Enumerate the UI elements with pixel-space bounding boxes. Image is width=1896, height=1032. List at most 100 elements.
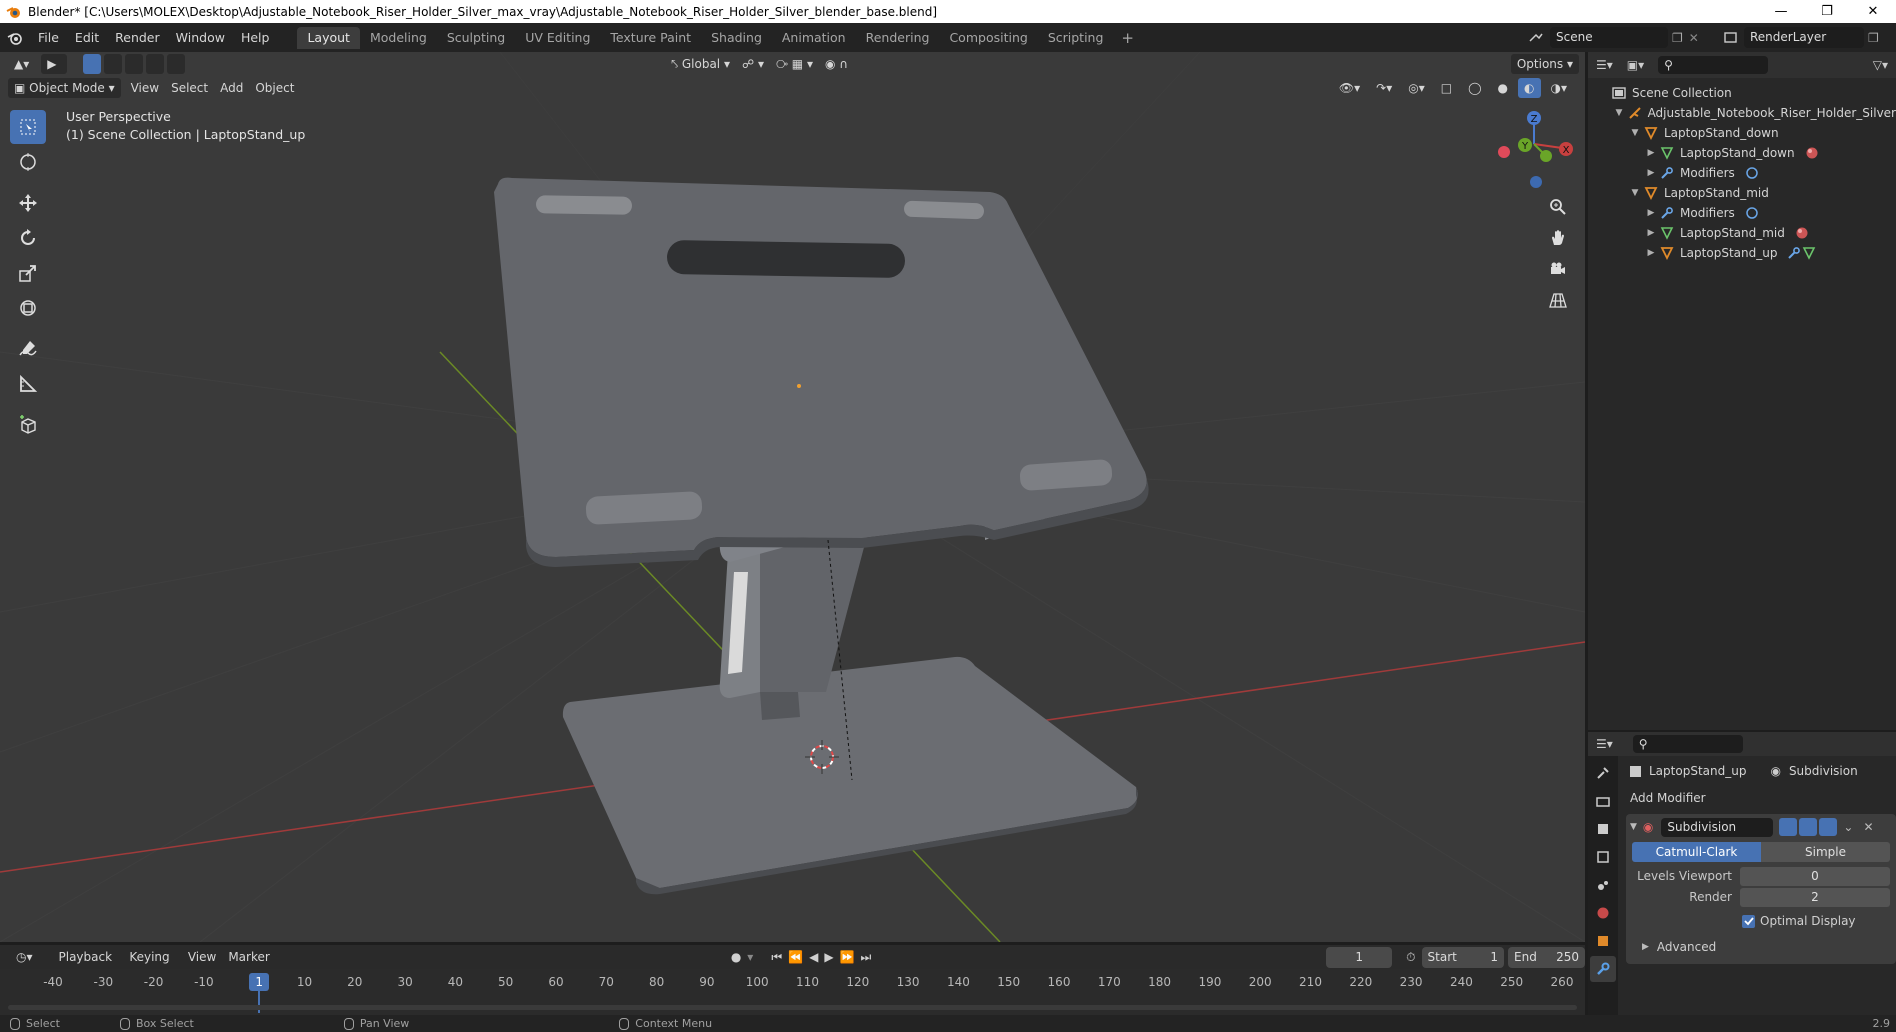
tab-uv-editing[interactable]: UV Editing (515, 27, 600, 49)
output-tab-icon[interactable] (1590, 816, 1616, 842)
tab-layout[interactable]: Layout (297, 26, 360, 49)
modifier-menu-icon[interactable]: ⌄ (1843, 820, 1853, 834)
modifier-tab-icon[interactable] (1590, 956, 1616, 982)
orientation-dropdown[interactable]: ⤣ Global ▾ (665, 54, 736, 74)
tab-texture-paint[interactable]: Texture Paint (600, 27, 701, 49)
collapse-arrow-icon[interactable]: ▼ (1612, 108, 1626, 118)
outliner-item[interactable]: ▶ LaptopStand_mid (1588, 223, 1896, 243)
editor-type-icon[interactable]: ▲▾ (8, 54, 35, 74)
outliner-item[interactable]: ▶ Modifiers (1588, 163, 1896, 183)
viewport-menu-object[interactable]: Object (249, 78, 300, 98)
menu-help[interactable]: Help (233, 23, 278, 52)
scale-tool[interactable] (10, 256, 46, 290)
collapse-arrow-icon[interactable]: ▼ (1628, 128, 1642, 138)
modifier-name-field[interactable]: Subdivision (1661, 817, 1774, 837)
3d-viewport[interactable]: Z Y X ▲▾ ▶ ⤣ Global ▾ ☍ ▾ ⧂ ▦ ▾ ◉ ∩ Opti… (0, 52, 1585, 942)
material-icon[interactable] (1795, 226, 1809, 240)
expand-arrow-icon[interactable]: ▶ (1644, 248, 1658, 258)
solid-shading-icon[interactable]: ● (1492, 78, 1514, 98)
material-icon[interactable] (1805, 146, 1819, 160)
tab-shading[interactable]: Shading (701, 27, 772, 49)
collapse-arrow-icon[interactable]: ▼ (1628, 188, 1642, 198)
menu-edit[interactable]: Edit (67, 23, 107, 52)
proportional-edit-icon[interactable]: ◉ ∩ (819, 54, 854, 74)
tab-compositing[interactable]: Compositing (939, 27, 1037, 49)
play-icon[interactable]: ▶ (824, 950, 833, 964)
tool-tab-icon[interactable] (1590, 760, 1616, 786)
start-frame-field[interactable]: Start 1 (1421, 946, 1505, 968)
end-frame-field[interactable]: End 250 (1508, 946, 1585, 968)
outliner-item[interactable]: Scene Collection (1588, 83, 1896, 103)
annotate-tool[interactable] (10, 332, 46, 366)
optimal-display-checkbox[interactable] (1742, 914, 1755, 928)
object-tab-icon[interactable] (1590, 928, 1616, 954)
outliner-search-input[interactable]: ⚲ (1658, 56, 1769, 74)
mode-dropdown[interactable]: ▣ Object Mode ▾ (8, 78, 121, 98)
select-invert-icon[interactable] (146, 54, 165, 74)
select-extend-icon[interactable] (104, 54, 123, 74)
scene-selector[interactable]: Scene ❐ ✕ (1528, 27, 1699, 48)
material-shading-icon[interactable]: ◐ (1518, 78, 1541, 98)
select-intersect-icon[interactable] (167, 54, 186, 74)
select-subtract-icon[interactable] (125, 54, 144, 74)
outliner-item[interactable]: ▶ LaptopStand_up (1588, 243, 1896, 263)
tab-scripting[interactable]: Scripting (1038, 27, 1114, 49)
viewport-menu-view[interactable]: View (125, 78, 165, 98)
outliner-editor-type-icon[interactable]: ☰▾ (1596, 58, 1613, 72)
pan-hand-icon[interactable] (1545, 225, 1571, 251)
preview-range-icon[interactable]: ⏱ (1406, 950, 1415, 965)
modifier-icon[interactable] (1745, 166, 1759, 180)
jump-end-icon[interactable]: ⏭ (861, 950, 872, 965)
select-tool-icon[interactable]: ▶ (41, 54, 68, 74)
view-layer-tab-icon[interactable] (1590, 844, 1616, 870)
pivot-icon[interactable]: ☍ ▾ (736, 54, 770, 74)
timeline-menu-view[interactable]: View (182, 947, 222, 967)
move-tool[interactable] (10, 186, 46, 220)
remove-modifier-icon[interactable]: ✕ (1863, 820, 1873, 834)
add-modifier-dropdown[interactable]: Add Modifier (1620, 786, 1896, 810)
wireframe-shading-icon[interactable]: ◯ (1462, 78, 1487, 98)
blender-menu-icon[interactable] (0, 23, 30, 52)
world-tab-icon[interactable] (1590, 900, 1616, 926)
copy-view-layer-icon[interactable]: ❐ (1868, 31, 1879, 45)
simple-option[interactable]: Simple (1761, 842, 1890, 862)
render-tab-icon[interactable] (1590, 788, 1616, 814)
viewport-menu-add[interactable]: Add (214, 78, 249, 98)
modifier-icon[interactable] (1745, 206, 1759, 220)
overlays-icon[interactable]: ◎▾ (1402, 78, 1431, 98)
restore-icon[interactable]: ❐ (1804, 0, 1850, 23)
edit-mode-toggle-icon[interactable] (1779, 818, 1798, 836)
outliner-item[interactable]: ▶ LaptopStand_down (1588, 143, 1896, 163)
gizmo-toggle-icon[interactable]: ↷▾ (1370, 78, 1398, 98)
display-mode-icon[interactable]: ▣▾ (1627, 58, 1644, 72)
keying-dropdown[interactable]: Keying ▾ (123, 947, 182, 984)
camera-view-icon[interactable] (1545, 256, 1571, 282)
filter-icon[interactable]: ▽▾ (1873, 58, 1888, 72)
jump-start-icon[interactable]: ⏮ (771, 950, 782, 965)
timeline-menu-marker[interactable]: Marker (222, 947, 275, 967)
minimize-icon[interactable]: — (1758, 0, 1804, 23)
properties-search-input[interactable]: ⚲ (1632, 735, 1743, 753)
levels-viewport-field[interactable]: 0 (1740, 866, 1890, 886)
measure-tool[interactable] (10, 367, 46, 401)
render-toggle-icon[interactable] (1819, 818, 1838, 836)
expand-arrow-icon[interactable]: ▶ (1644, 168, 1658, 178)
play-reverse-icon[interactable]: ◀ (809, 950, 818, 964)
visibility-icon[interactable]: 👁▾ (1333, 78, 1366, 98)
prev-keyframe-icon[interactable]: ⏪ (788, 950, 803, 964)
xray-icon[interactable]: □ (1435, 78, 1458, 98)
copy-scene-icon[interactable]: ❐ (1672, 31, 1683, 45)
perspective-grid-icon[interactable] (1545, 287, 1571, 313)
select-box-tool[interactable] (10, 110, 46, 144)
cursor-tool[interactable] (10, 145, 46, 179)
close-icon[interactable]: ✕ (1850, 0, 1896, 23)
current-frame-field[interactable]: 1 (1326, 946, 1393, 968)
view-layer-selector[interactable]: RenderLayer ❐ (1722, 27, 1879, 48)
timeline-editor-type-icon[interactable]: ◷▾ (10, 947, 39, 967)
menu-window[interactable]: Window (168, 23, 233, 52)
frame-cursor[interactable]: 1 (249, 973, 270, 991)
transform-tool[interactable] (10, 291, 46, 325)
scene-name-field[interactable]: Scene (1550, 27, 1668, 48)
delete-scene-icon[interactable]: ✕ (1689, 31, 1699, 45)
tab-animation[interactable]: Animation (772, 27, 856, 49)
